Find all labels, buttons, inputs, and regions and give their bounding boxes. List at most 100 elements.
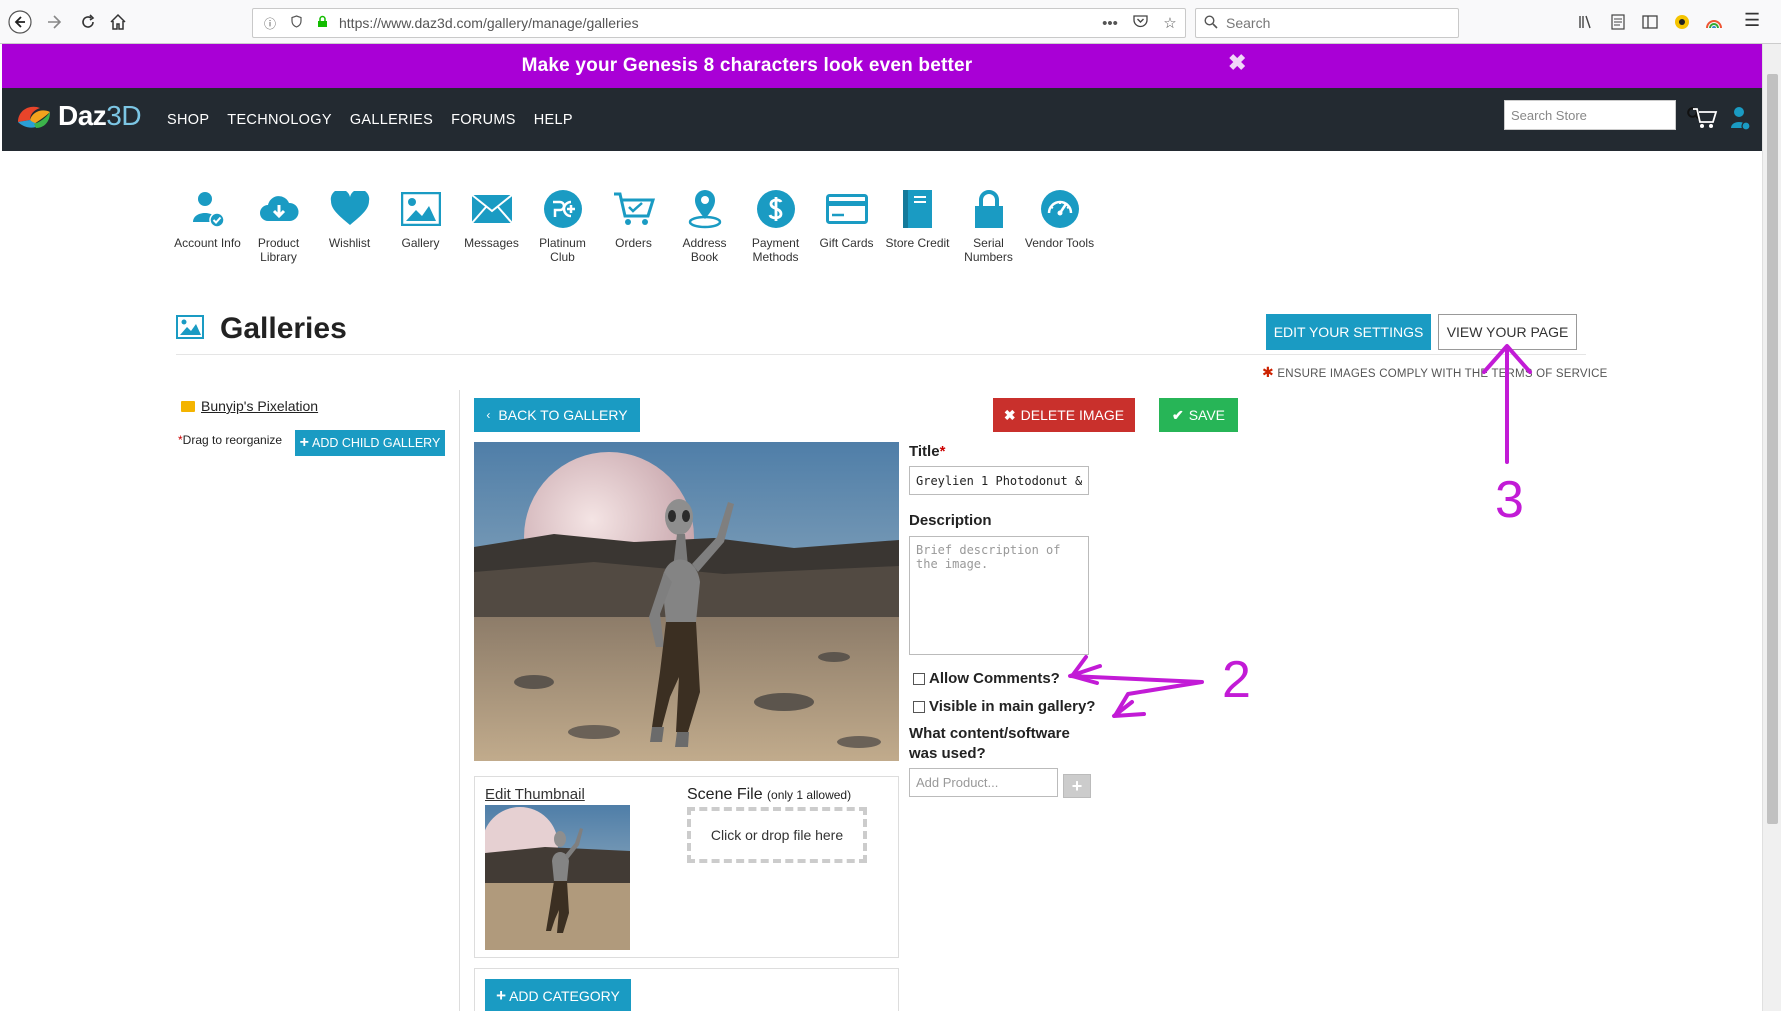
allow-comments-row[interactable]: Allow Comments?	[913, 670, 1060, 687]
extension-rainbow-icon[interactable]	[1703, 10, 1725, 34]
add-product-button[interactable]: +	[1063, 774, 1091, 798]
promo-close-icon[interactable]: ✖	[1228, 50, 1246, 76]
add-category-button[interactable]: + ADD CATEGORY	[485, 979, 631, 1011]
menu-forums[interactable]: FORUMS	[451, 112, 516, 128]
menu-galleries[interactable]: GALLERIES	[350, 112, 433, 128]
view-page-button[interactable]: VIEW YOUR PAGE	[1438, 314, 1577, 350]
cart-icon	[613, 188, 655, 230]
account-item-serial-numbers[interactable]: Serial Numbers	[953, 188, 1024, 264]
menu-help[interactable]: HELP	[534, 112, 573, 128]
logo-text-main: Daz	[58, 100, 107, 131]
delete-image-button[interactable]: ✖ DELETE IMAGE	[993, 398, 1135, 432]
edit-settings-button[interactable]: EDIT YOUR SETTINGS	[1266, 314, 1431, 350]
back-to-gallery-button[interactable]: ‹ BACK TO GALLERY	[474, 398, 640, 432]
back-to-gallery-label: BACK TO GALLERY	[498, 407, 628, 423]
menu-shop[interactable]: SHOP	[167, 112, 209, 128]
cart-icon[interactable]	[1692, 106, 1718, 130]
user-account-icon[interactable]	[1730, 106, 1751, 132]
save-button[interactable]: ✔ SAVE	[1159, 398, 1238, 432]
menu-technology[interactable]: TECHNOLOGY	[227, 112, 332, 128]
thumbnail-image	[485, 805, 630, 950]
sidebar-toggle-icon[interactable]	[1639, 10, 1661, 34]
daz3d-logo-mark-icon	[14, 100, 54, 132]
page-actions-icon[interactable]: •••	[1095, 15, 1125, 32]
add-child-gallery-button[interactable]: + ADD CHILD GALLERY	[295, 430, 445, 456]
home-icon[interactable]	[104, 8, 132, 36]
title-label: Title*	[909, 443, 945, 460]
account-item-wishlist[interactable]: Wishlist	[314, 188, 385, 264]
browser-search-placeholder: Search	[1226, 15, 1271, 31]
account-item-address-book[interactable]: Address Book	[669, 188, 740, 264]
forward-arrow-icon[interactable]	[40, 8, 68, 36]
account-item-label: Gallery	[401, 236, 440, 250]
chevron-left-icon: ‹	[486, 408, 491, 422]
dollar-icon	[755, 188, 797, 230]
visible-main-gallery-row[interactable]: Visible in main gallery?	[913, 698, 1095, 715]
save-label: SAVE	[1188, 407, 1226, 423]
account-item-store-credit[interactable]: Store Credit	[882, 188, 953, 264]
annotation-number-3: 3	[1495, 471, 1524, 529]
visible-main-gallery-checkbox[interactable]	[913, 700, 925, 713]
required-asterisk: *	[939, 443, 946, 460]
reload-icon[interactable]	[74, 8, 102, 36]
account-item-gift-cards[interactable]: Gift Cards	[811, 188, 882, 264]
browser-search-bar[interactable]: Search	[1195, 8, 1459, 38]
promo-banner[interactable]: Make your Genesis 8 characters look even…	[2, 44, 1762, 88]
account-item-vendor-tools[interactable]: Vendor Tools	[1024, 188, 1095, 264]
heart-icon	[329, 188, 371, 230]
url-bar[interactable]: ⓘ https://www.daz3d.com/gallery/manage/g…	[252, 8, 1186, 38]
credit-card-icon	[825, 188, 868, 230]
page-scrollbar[interactable]	[1762, 44, 1781, 1011]
column-divider	[459, 390, 460, 1011]
title-input[interactable]	[909, 466, 1089, 495]
daz3d-logo[interactable]: Daz3D	[14, 100, 142, 132]
gallery-heading-icon	[176, 314, 204, 344]
account-info-icon	[187, 188, 229, 230]
thumbnail-panel: Edit Thumbnail Scene File (only 1 allowe…	[474, 776, 899, 958]
reader-view-icon[interactable]	[1607, 10, 1629, 34]
allow-comments-checkbox[interactable]	[913, 672, 925, 685]
bookmark-star-icon[interactable]: ☆	[1155, 14, 1185, 32]
allow-comments-label[interactable]: Allow Comments?	[929, 670, 1060, 687]
shield-icon[interactable]	[287, 15, 305, 31]
add-product-input[interactable]	[909, 768, 1058, 797]
account-item-payment-methods[interactable]: Payment Methods	[740, 188, 811, 264]
account-item-label: Orders	[615, 236, 652, 250]
gallery-name-link[interactable]: Bunyip's Pixelation	[201, 398, 318, 414]
scrollbar-thumb[interactable]	[1767, 74, 1778, 824]
account-item-label: Gift Cards	[819, 236, 874, 250]
scene-file-dropzone[interactable]: Click or drop file here	[687, 807, 867, 863]
envelope-icon	[470, 188, 513, 230]
account-item-label: Address Book	[682, 236, 727, 264]
browser-toolbar: ⓘ https://www.daz3d.com/gallery/manage/g…	[0, 0, 1781, 44]
sidebar-gallery-item[interactable]: Bunyip's Pixelation	[181, 398, 318, 414]
checkmark-icon: ✔	[1171, 406, 1184, 423]
edit-thumbnail-link[interactable]: Edit Thumbnail	[485, 786, 585, 803]
library-icon[interactable]	[1575, 10, 1597, 34]
account-item-account-info[interactable]: Account Info	[172, 188, 243, 264]
hamburger-menu-icon[interactable]: ☰	[1744, 10, 1760, 31]
account-item-product-library[interactable]: Product Library	[243, 188, 314, 264]
tos-note[interactable]: ✱ ENSURE IMAGES COMPLY WITH THE TERMS OF…	[1262, 364, 1608, 381]
drag-note-text: Drag to reorganize	[182, 433, 283, 447]
visible-main-gallery-label[interactable]: Visible in main gallery?	[929, 698, 1095, 715]
page-heading: Galleries	[176, 312, 347, 346]
account-item-label: Messages	[464, 236, 519, 250]
account-menu: Account Info Product Library Wishlist Ga…	[172, 188, 1095, 264]
info-icon[interactable]: ⓘ	[261, 15, 279, 32]
account-item-label: Store Credit	[885, 236, 950, 250]
promo-text[interactable]: Make your Genesis 8 characters look even…	[2, 44, 1492, 88]
account-item-orders[interactable]: Orders	[598, 188, 669, 264]
extension-yellow-icon[interactable]	[1671, 10, 1693, 34]
annotation-number-2: 2	[1222, 651, 1251, 709]
description-textarea[interactable]	[909, 536, 1089, 655]
store-search-input[interactable]	[1505, 102, 1687, 128]
account-item-messages[interactable]: Messages	[456, 188, 527, 264]
account-item-gallery[interactable]: Gallery	[385, 188, 456, 264]
account-item-platinum-club[interactable]: Platinum Club	[527, 188, 598, 264]
account-item-label: Vendor Tools	[1024, 236, 1095, 250]
pocket-icon[interactable]	[1125, 14, 1155, 32]
back-arrow-icon[interactable]	[6, 8, 34, 36]
lock-icon	[968, 188, 1010, 230]
book-icon	[897, 188, 939, 230]
